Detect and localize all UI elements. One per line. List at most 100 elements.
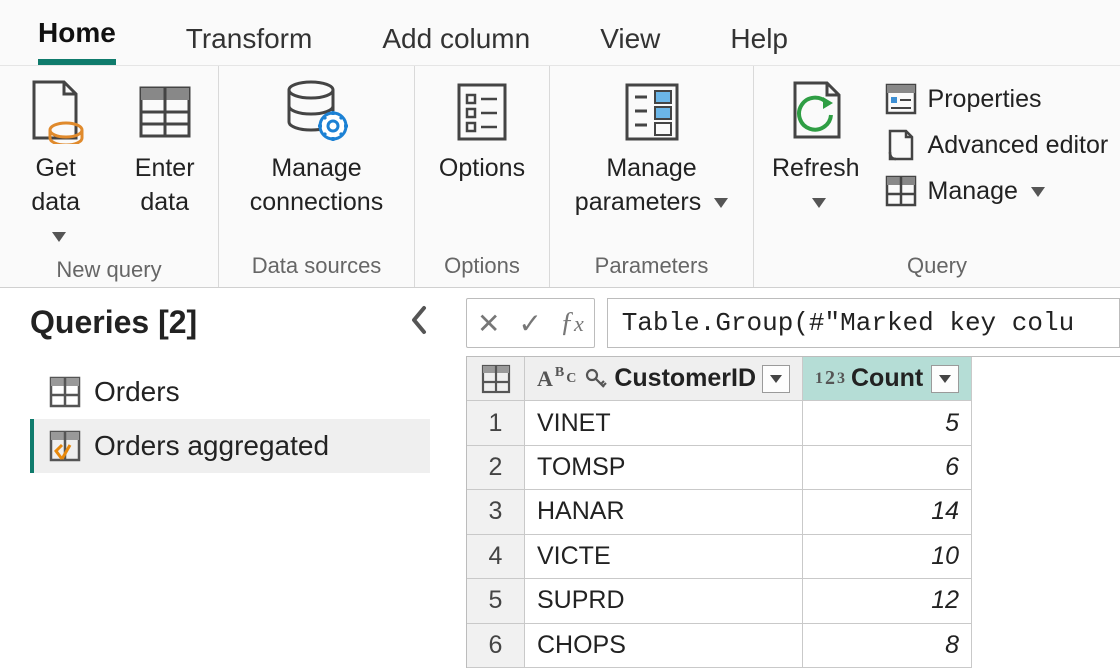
- chevron-down-icon: [708, 188, 728, 216]
- cell-count[interactable]: 10: [803, 535, 972, 579]
- main-area: Queries [2] Orders: [0, 288, 1120, 668]
- cell-customerid[interactable]: HANAR: [525, 490, 803, 534]
- formula-bar: ✕ ✓ ƒx Table.Group(#"Marked key colu: [444, 298, 1120, 356]
- ribbon-body: Get data Enter data New query: [0, 66, 1120, 288]
- manage-parameters-label: Manage parameters: [575, 154, 701, 216]
- row-number: 2: [467, 446, 525, 490]
- properties-button[interactable]: Properties: [884, 82, 1109, 116]
- enter-data-icon: [137, 76, 193, 148]
- advanced-editor-button[interactable]: Advanced editor: [884, 128, 1109, 162]
- group-label-options: Options: [415, 249, 549, 281]
- group-label-new-query: New query: [0, 253, 218, 285]
- key-icon: [584, 367, 608, 391]
- column-header-count[interactable]: 123 Count: [803, 357, 972, 401]
- text-type-icon: ABC: [537, 366, 576, 392]
- cancel-formula-button[interactable]: ✕: [477, 307, 500, 340]
- row-number: 5: [467, 579, 525, 623]
- group-data-sources: Manage connections Data sources: [219, 66, 415, 287]
- table-row[interactable]: 2 TOMSP 6: [467, 446, 1120, 490]
- chevron-down-icon: [806, 188, 826, 216]
- group-label-parameters: Parameters: [550, 249, 753, 281]
- cell-count[interactable]: 12: [803, 579, 972, 623]
- queries-sidebar: Queries [2] Orders: [0, 288, 444, 668]
- cell-customerid[interactable]: VINET: [525, 401, 803, 445]
- select-all-corner[interactable]: [467, 357, 525, 401]
- tab-home[interactable]: Home: [38, 17, 116, 65]
- advanced-editor-label: Advanced editor: [928, 131, 1109, 160]
- chevron-down-icon: [1025, 177, 1045, 205]
- table-fx-icon: [48, 429, 82, 463]
- cell-count[interactable]: 14: [803, 490, 972, 534]
- refresh-button[interactable]: Refresh: [754, 76, 878, 220]
- query-item-label: Orders aggregated: [94, 430, 329, 462]
- grid-header-row: ABC CustomerID 123 Count: [467, 357, 1120, 401]
- row-number: 6: [467, 624, 525, 668]
- database-gear-icon: [281, 76, 353, 148]
- cell-customerid[interactable]: TOMSP: [525, 446, 803, 490]
- cell-customerid[interactable]: VICTE: [525, 535, 803, 579]
- column-filter-button[interactable]: [762, 365, 790, 393]
- query-item-orders[interactable]: Orders: [30, 365, 430, 419]
- column-name: Count: [851, 364, 925, 393]
- manage-parameters-button[interactable]: Manage parameters: [550, 76, 753, 220]
- cell-count[interactable]: 5: [803, 401, 972, 445]
- options-label: Options: [439, 152, 525, 186]
- table-row[interactable]: 6 CHOPS 8: [467, 624, 1120, 668]
- get-data-icon: [28, 76, 84, 148]
- refresh-icon: [783, 76, 849, 148]
- query-item-orders-aggregated[interactable]: Orders aggregated: [30, 419, 430, 473]
- formula-input[interactable]: Table.Group(#"Marked key colu: [607, 298, 1120, 348]
- column-name: CustomerID: [614, 364, 756, 393]
- ribbon-tabs: Home Transform Add column View Help: [0, 0, 1120, 66]
- table-row[interactable]: 5 SUPRD 12: [467, 579, 1120, 623]
- manage-connections-label: Manage connections: [237, 152, 396, 220]
- table-icon: [481, 364, 511, 394]
- options-icon: [455, 76, 509, 148]
- table-row[interactable]: 4 VICTE 10: [467, 535, 1120, 579]
- manage-button[interactable]: Manage: [884, 174, 1109, 208]
- options-button[interactable]: Options: [421, 76, 543, 186]
- cell-customerid[interactable]: SUPRD: [525, 579, 803, 623]
- tab-transform[interactable]: Transform: [186, 23, 313, 65]
- chevron-down-icon: [46, 222, 66, 250]
- content-area: ✕ ✓ ƒx Table.Group(#"Marked key colu: [444, 288, 1120, 668]
- table-row[interactable]: 1 VINET 5: [467, 401, 1120, 445]
- query-list: Orders Orders aggregated: [30, 365, 430, 473]
- column-header-customerid[interactable]: ABC CustomerID: [525, 357, 803, 401]
- table-icon: [48, 375, 82, 409]
- cell-count[interactable]: 6: [803, 446, 972, 490]
- cell-customerid[interactable]: CHOPS: [525, 624, 803, 668]
- get-data-button[interactable]: Get data: [0, 76, 111, 253]
- tab-help[interactable]: Help: [730, 23, 788, 65]
- number-type-icon: 123: [815, 367, 845, 390]
- enter-data-label: Enter data: [129, 152, 200, 220]
- row-number: 1: [467, 401, 525, 445]
- refresh-label: Refresh: [772, 154, 860, 182]
- query-item-label: Orders: [94, 376, 180, 408]
- manage-connections-button[interactable]: Manage connections: [219, 76, 414, 220]
- properties-icon: [884, 82, 918, 116]
- get-data-label: Get data: [31, 154, 80, 216]
- queries-title: Queries [2]: [30, 304, 197, 341]
- data-grid: ABC CustomerID 123 Count: [466, 356, 1120, 668]
- group-new-query: Get data Enter data New query: [0, 66, 219, 287]
- collapse-sidebar-button[interactable]: [408, 304, 430, 341]
- cell-count[interactable]: 8: [803, 624, 972, 668]
- tab-view[interactable]: View: [600, 23, 660, 65]
- row-number: 3: [467, 490, 525, 534]
- properties-label: Properties: [928, 85, 1042, 114]
- fx-icon: ƒx: [560, 307, 584, 339]
- manage-icon: [884, 174, 918, 208]
- group-parameters: Manage parameters Parameters: [550, 66, 754, 287]
- tab-add-column[interactable]: Add column: [382, 23, 530, 65]
- advanced-editor-icon: [884, 128, 918, 162]
- group-label-query: Query: [754, 249, 1120, 281]
- enter-data-button[interactable]: Enter data: [111, 76, 218, 220]
- column-filter-button[interactable]: [931, 365, 959, 393]
- commit-formula-button[interactable]: ✓: [518, 307, 541, 340]
- table-row[interactable]: 3 HANAR 14: [467, 490, 1120, 534]
- parameters-icon: [621, 76, 683, 148]
- manage-label: Manage: [928, 177, 1018, 205]
- row-number: 4: [467, 535, 525, 579]
- group-query: Refresh Properties: [754, 66, 1120, 287]
